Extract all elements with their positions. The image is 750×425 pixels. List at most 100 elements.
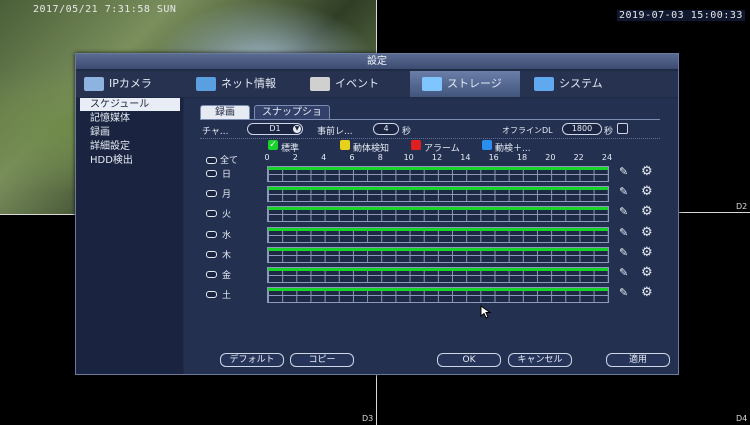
hour-tick-label: 14	[460, 153, 471, 162]
hour-tick-label: 0	[264, 153, 270, 162]
day-toggle[interactable]	[206, 271, 217, 278]
channel-value: D1	[269, 124, 281, 133]
offline-input[interactable]: 1800	[562, 123, 602, 135]
tab-storage-label: ストレージ	[447, 77, 502, 90]
day-label: 金	[222, 271, 232, 281]
eraser-icon[interactable]: ✎	[619, 165, 628, 178]
day-schedule-row[interactable]	[267, 287, 609, 304]
eraser-icon[interactable]: ✎	[619, 205, 628, 218]
eraser-icon[interactable]: ✎	[619, 185, 628, 198]
event-icon	[310, 77, 330, 91]
camera-label-d2: D2	[736, 202, 748, 211]
all-days-toggle[interactable]	[206, 157, 217, 164]
sidebar-item-schedule[interactable]: スケジュール	[80, 98, 180, 111]
schedule-period-bar	[268, 288, 608, 292]
day-schedule-row[interactable]	[267, 166, 609, 182]
legend-alarm-swatch[interactable]	[411, 140, 421, 150]
legend-normal-swatch[interactable]: ✓	[268, 140, 278, 150]
channel-select[interactable]: D1 ▼	[247, 123, 303, 135]
legend-divider	[200, 138, 660, 139]
day-schedule-row[interactable]	[267, 267, 609, 283]
default-button[interactable]: デフォルト	[220, 353, 284, 367]
day-schedule-row[interactable]	[267, 206, 609, 223]
schedule-period-bar	[268, 268, 608, 271]
schedule-period-bar	[268, 207, 608, 211]
hour-tick-label: 12	[431, 153, 443, 162]
chevron-down-icon: ▼	[293, 125, 301, 133]
copy-button[interactable]: コピー	[290, 353, 354, 367]
tab-system[interactable]: システム	[534, 71, 634, 97]
offline-unit: 秒	[604, 127, 614, 137]
gear-icon[interactable]: ⚙	[641, 285, 653, 300]
day-schedule-row[interactable]	[267, 226, 609, 243]
schedule-period-bar	[268, 227, 608, 231]
camera-timestamp-d1: 2017/05/21 7:31:58 SUN	[33, 4, 177, 15]
day-toggle[interactable]	[206, 291, 217, 299]
camera-grid-horizontal-left	[0, 214, 75, 215]
storage-icon	[422, 77, 442, 91]
gear-icon[interactable]: ⚙	[641, 225, 653, 240]
eraser-icon[interactable]: ✎	[619, 286, 628, 299]
main-tab-bar: IPカメラ ネット情報 イベント ストレージ システム	[76, 71, 678, 97]
schedule-period-bar	[268, 247, 608, 251]
subtab-snapshot[interactable]: スナップショ	[254, 105, 330, 120]
subtab-record[interactable]: 録画	[200, 105, 250, 120]
day-label: 月	[222, 190, 232, 201]
hour-tick-label: 18	[516, 153, 528, 162]
settings-dialog: 設定 IPカメラ ネット情報 イベント ストレージ システム スケジュール 記憶…	[75, 53, 679, 375]
cancel-button[interactable]: キャンセル	[508, 353, 572, 367]
tab-event-label: イベント	[335, 77, 379, 90]
day-toggle[interactable]	[206, 190, 217, 198]
pre-record-unit: 秒	[402, 127, 412, 137]
day-toggle[interactable]	[206, 230, 217, 238]
legend-motion-alarm-swatch[interactable]	[482, 140, 492, 150]
sidebar: スケジュール 記憶媒体 録画 詳細設定 HDD検出	[76, 98, 183, 374]
sidebar-item-record[interactable]: 録画	[80, 126, 180, 139]
day-toggle[interactable]	[206, 250, 217, 258]
hour-tick-label: 20	[545, 153, 556, 162]
camera-label-d4: D4	[736, 414, 748, 423]
camera-grid-horizontal-right	[677, 212, 750, 213]
day-schedule-row[interactable]	[267, 186, 609, 203]
day-toggle[interactable]	[206, 210, 217, 218]
hour-tick-label: 22	[573, 153, 584, 162]
day-schedule-row[interactable]	[267, 246, 609, 263]
day-label: 日	[222, 170, 232, 180]
gear-icon[interactable]: ⚙	[641, 184, 653, 199]
hour-tick-label: 2	[292, 153, 298, 162]
day-label: 木	[222, 250, 232, 261]
tab-ip-camera[interactable]: IPカメラ	[84, 71, 162, 97]
tab-storage[interactable]: ストレージ	[410, 71, 520, 97]
hour-tick-label: 8	[377, 153, 383, 162]
day-toggle[interactable]	[206, 170, 217, 177]
schedule-period-bar	[268, 187, 608, 191]
camera-label-d3: D3	[362, 414, 374, 423]
mouse-cursor-icon	[480, 305, 492, 319]
apply-button[interactable]: 適用	[606, 353, 670, 367]
tab-system-label: システム	[559, 77, 603, 90]
eraser-icon[interactable]: ✎	[619, 266, 628, 279]
gear-icon[interactable]: ⚙	[641, 164, 653, 179]
hour-tick-label: 6	[349, 153, 355, 162]
gear-icon[interactable]: ⚙	[641, 245, 653, 260]
sidebar-item-advanced[interactable]: 詳細設定	[80, 140, 180, 153]
pre-record-input[interactable]: 4	[373, 123, 399, 135]
camera-timestamp-main: 2019-07-03 15:00:33	[617, 10, 745, 21]
eraser-icon[interactable]: ✎	[619, 226, 628, 239]
gear-icon[interactable]: ⚙	[641, 204, 653, 219]
tab-event[interactable]: イベント	[310, 71, 400, 97]
gear-icon[interactable]: ⚙	[641, 265, 653, 280]
offline-label: オフラインDL	[502, 126, 553, 135]
eraser-icon[interactable]: ✎	[619, 246, 628, 259]
legend-motion-swatch[interactable]	[340, 140, 350, 150]
schedule-panel: 録画 スナップショ チャ... D1 ▼ 事前レ... 4 秒 オフラインDL …	[184, 98, 678, 374]
ok-button[interactable]: OK	[437, 353, 501, 367]
ip-camera-icon	[84, 77, 104, 91]
tab-network[interactable]: ネット情報	[196, 71, 296, 97]
offline-checkbox[interactable]	[617, 123, 628, 134]
day-label: 火	[222, 210, 232, 221]
sidebar-item-hdd-detect[interactable]: HDD検出	[80, 154, 180, 167]
system-icon	[534, 77, 554, 91]
tab-ip-camera-label: IPカメラ	[109, 77, 152, 90]
sidebar-item-storage-media[interactable]: 記憶媒体	[80, 112, 180, 125]
